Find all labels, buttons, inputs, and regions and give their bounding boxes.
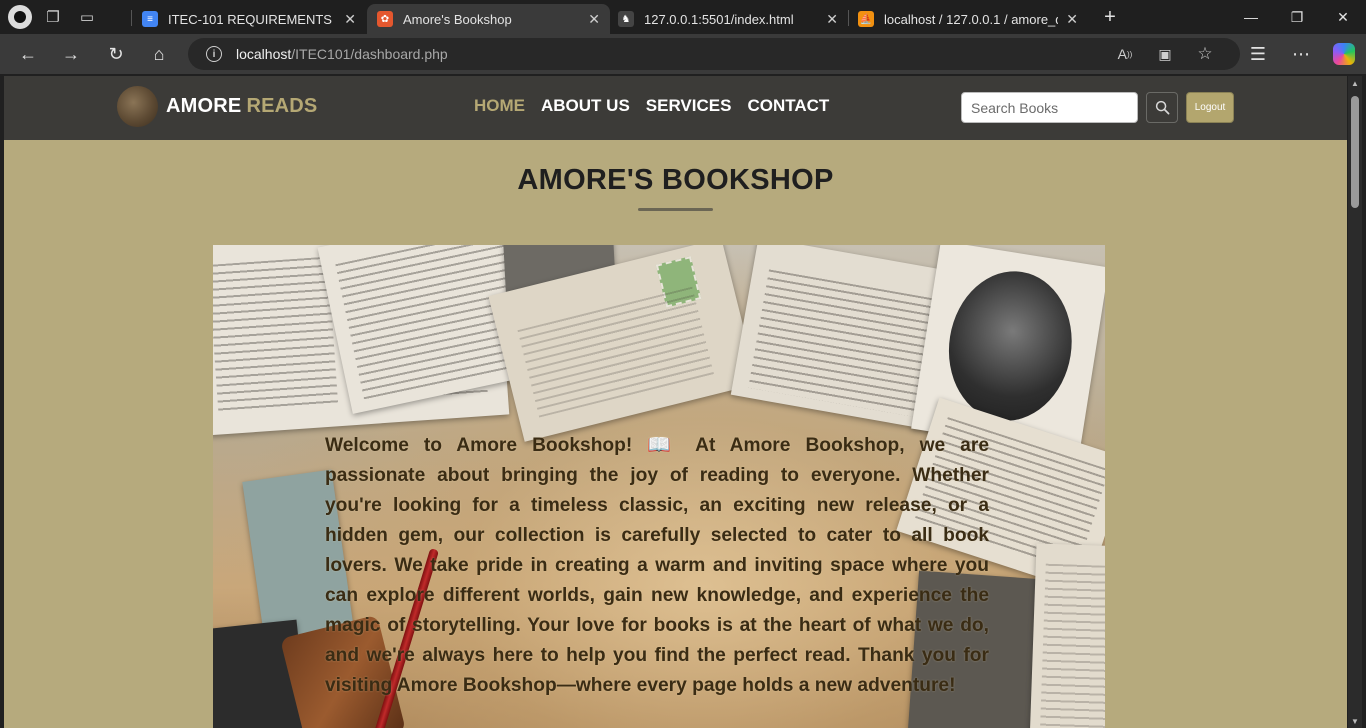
- page-title: AMORE'S BOOKSHOP: [517, 164, 834, 196]
- close-tab-icon[interactable]: ✕: [1066, 11, 1078, 28]
- search-button[interactable]: [1146, 92, 1178, 123]
- nav-about-us[interactable]: ABOUT US: [541, 96, 630, 116]
- profile-avatar[interactable]: [8, 5, 32, 29]
- browser-toolbar: ← → ↻ ⌂ i localhost/ITEC101/dashboard.ph…: [0, 34, 1366, 74]
- restore-icon[interactable]: ❐: [1274, 0, 1320, 34]
- read-aloud-icon[interactable]: A)): [1114, 44, 1136, 64]
- forward-icon[interactable]: →: [57, 40, 85, 68]
- new-tab-button[interactable]: +: [1097, 4, 1123, 30]
- nav-home[interactable]: HOME: [474, 96, 525, 116]
- url-host: localhost: [236, 46, 292, 62]
- tab-live-server[interactable]: ♞ 127.0.0.1:5501/index.html ✕: [608, 4, 848, 34]
- close-tab-icon[interactable]: ✕: [826, 11, 838, 28]
- scroll-up-arrow-icon[interactable]: ▲: [1351, 79, 1359, 88]
- handwritten-letter-image: [1029, 543, 1105, 728]
- url-path: /ITEC101/dashboard.php: [291, 46, 448, 62]
- tab-amores-bookshop[interactable]: ✿ Amore's Bookshop ✕: [367, 4, 610, 34]
- nav-services[interactable]: SERVICES: [646, 96, 732, 116]
- main-nav: HOME ABOUT US SERVICES CONTACT: [474, 96, 829, 116]
- brand[interactable]: AMORE READS: [117, 86, 317, 127]
- favorites-icon[interactable]: ☰: [1244, 40, 1272, 68]
- page-scrollbar[interactable]: ▲ ▼: [1348, 76, 1362, 728]
- url-text[interactable]: localhost/ITEC101/dashboard.php: [236, 46, 448, 62]
- tab-actions-icon[interactable]: ▭: [70, 0, 104, 34]
- brand-name-accent: READS: [246, 95, 318, 117]
- welcome-text: Welcome to Amore Bookshop! 📖 At Amore Bo…: [325, 435, 989, 696]
- tab-title: 127.0.0.1:5501/index.html: [644, 11, 794, 27]
- immersive-reader-icon[interactable]: ▣: [1154, 44, 1176, 64]
- workspaces-icon[interactable]: ❐: [36, 0, 70, 34]
- tab-phpmyadmin[interactable]: ⛵ localhost / 127.0.0.1 / amore_db / ✕: [848, 4, 1088, 34]
- more-options-icon[interactable]: ⋯: [1287, 40, 1315, 68]
- copilot-icon[interactable]: [1330, 40, 1358, 68]
- back-icon[interactable]: ←: [14, 40, 42, 68]
- home-icon[interactable]: ⌂: [145, 40, 173, 68]
- tab-title: localhost / 127.0.0.1 / amore_db /: [884, 11, 1059, 27]
- tab-title: Amore's Bookshop: [403, 11, 512, 27]
- close-window-icon[interactable]: ✕: [1320, 0, 1366, 34]
- codeigniter-icon: ✿: [377, 11, 393, 27]
- scrollbar-thumb[interactable]: [1351, 96, 1359, 208]
- nav-contact[interactable]: CONTACT: [747, 96, 829, 116]
- close-tab-icon[interactable]: ✕: [588, 11, 600, 28]
- search-icon: [1155, 100, 1169, 115]
- site-info-icon[interactable]: i: [206, 46, 222, 62]
- google-docs-icon: ≡: [142, 11, 158, 27]
- search-books-input[interactable]: [961, 92, 1138, 123]
- hero-image: Welcome to Amore Bookshop! 📖 At Amore Bo…: [213, 245, 1105, 728]
- phpmyadmin-icon: ⛵: [858, 11, 874, 27]
- minimize-icon[interactable]: —: [1228, 0, 1274, 34]
- brand-logo: [117, 86, 158, 127]
- logout-button[interactable]: Logout: [1186, 92, 1234, 123]
- refresh-icon[interactable]: ↻: [102, 40, 130, 68]
- tab-title: ITEC-101 REQUIREMENTS - Goog: [168, 11, 336, 27]
- tab-itec-requirements[interactable]: ≡ ITEC-101 REQUIREMENTS - Goog ✕: [132, 4, 366, 34]
- address-bar[interactable]: i localhost/ITEC101/dashboard.php A)) ▣ …: [188, 38, 1240, 70]
- brand-name-main: AMORE: [166, 95, 242, 117]
- close-tab-icon[interactable]: ✕: [344, 11, 356, 28]
- scroll-down-arrow-icon[interactable]: ▼: [1351, 717, 1359, 726]
- favorite-star-icon[interactable]: ☆: [1194, 44, 1216, 64]
- web-page: AMORE READS HOME ABOUT US SERVICES CONTAC…: [4, 76, 1347, 728]
- live-server-icon: ♞: [618, 11, 634, 27]
- site-header: AMORE READS HOME ABOUT US SERVICES CONTAC…: [4, 76, 1347, 140]
- brand-name: AMORE READS: [166, 95, 317, 118]
- title-underline: [638, 208, 713, 211]
